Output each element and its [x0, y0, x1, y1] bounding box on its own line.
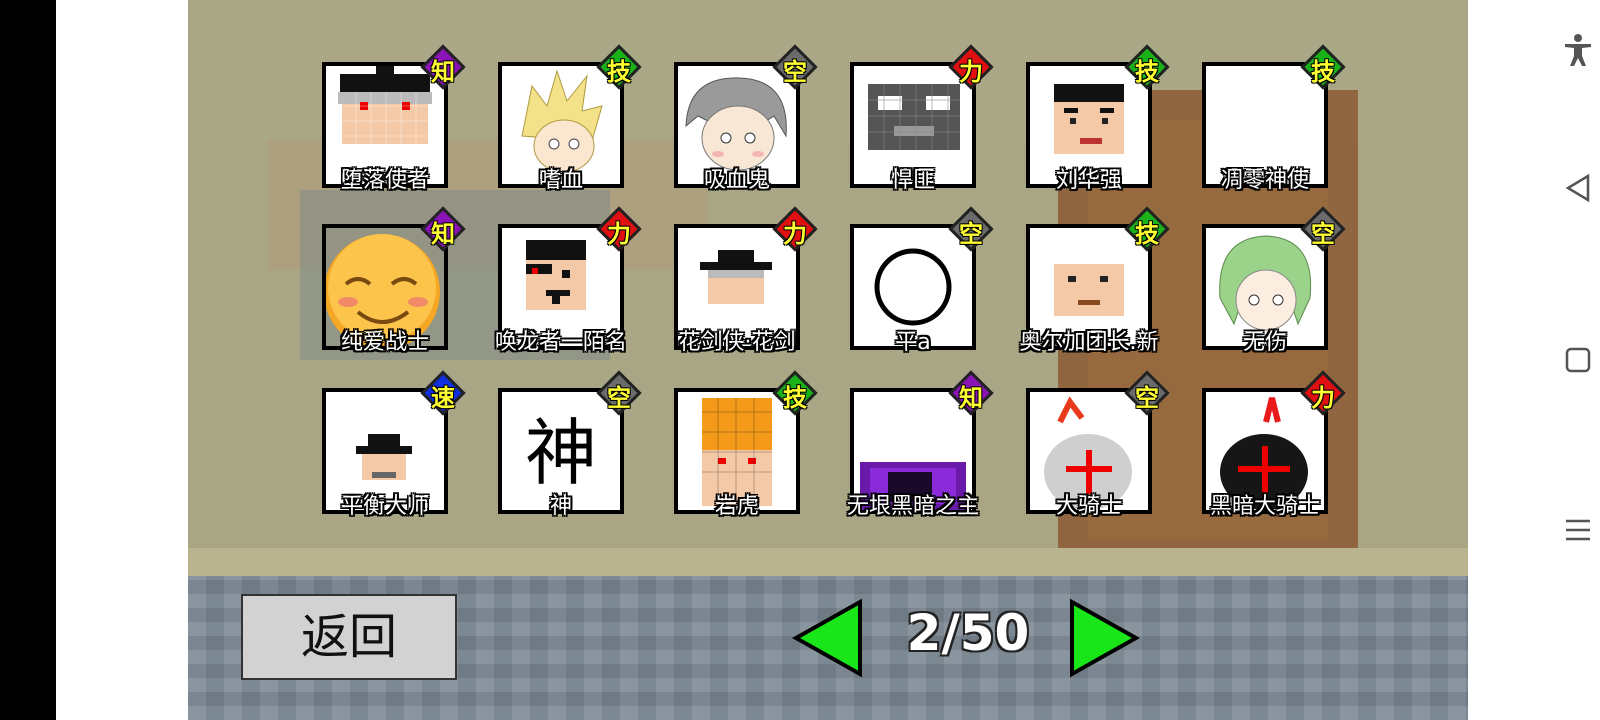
type-label: 技	[1135, 58, 1159, 86]
type-label: 空	[1311, 220, 1335, 248]
back-icon[interactable]	[1560, 170, 1596, 206]
type-badge: 空	[772, 44, 818, 90]
type-badge: 空	[1124, 370, 1170, 416]
type-badge: 技	[772, 370, 818, 416]
prev-page-icon[interactable]	[792, 598, 864, 678]
type-badge: 知	[420, 44, 466, 90]
character-card[interactable]: 空平a	[850, 206, 994, 355]
type-label: 力	[959, 58, 983, 86]
type-label: 速	[431, 384, 455, 412]
type-label: 空	[1135, 384, 1159, 412]
type-badge: 空	[596, 370, 642, 416]
type-label: 技	[783, 384, 807, 412]
home-icon[interactable]	[1560, 342, 1596, 378]
type-label: 技	[1135, 220, 1159, 248]
type-badge: 力	[772, 206, 818, 252]
character-card[interactable]: 技岩虎	[674, 370, 818, 519]
character-card[interactable]: 技凋零神使	[1202, 44, 1346, 193]
svg-text:神: 神	[525, 411, 597, 495]
character-card[interactable]: 速平衡大师	[322, 370, 466, 519]
type-badge: 知	[948, 370, 994, 416]
type-badge: 速	[420, 370, 466, 416]
type-badge: 技	[1124, 44, 1170, 90]
type-label: 技	[1311, 58, 1335, 86]
floor-edge	[188, 548, 1468, 576]
type-label: 技	[607, 58, 631, 86]
character-card[interactable]: 技刘华强	[1026, 44, 1170, 193]
next-page-icon[interactable]	[1068, 598, 1140, 678]
type-label: 知	[431, 220, 455, 248]
character-card[interactable]: 知堕落使者	[322, 44, 466, 193]
type-label: 知	[959, 384, 983, 412]
type-badge: 力	[948, 44, 994, 90]
game-screen: 知堕落使者 技嗜血 空吸血鬼 力悍匪 技刘华强技凋零神使 知纯爱战士 力唤龙者一…	[188, 0, 1468, 720]
type-badge: 技	[1124, 206, 1170, 252]
character-card[interactable]: 力黑暗大骑士	[1202, 370, 1346, 519]
character-name: 凋零神使	[1220, 168, 1309, 193]
character-card[interactable]: 知无垠黑暗之主	[847, 370, 994, 519]
type-badge: 力	[596, 206, 642, 252]
type-badge: 力	[1300, 370, 1346, 416]
character-card[interactable]: 技嗜血	[498, 44, 642, 193]
character-card[interactable]: 知纯爱战士	[322, 206, 466, 355]
page-indicator: 2/50	[906, 604, 1030, 662]
character-name: 黑暗大骑士	[1209, 494, 1320, 519]
character-card[interactable]: 力唤龙者一陌名	[495, 206, 642, 355]
character-card[interactable]: 空大骑士	[1026, 370, 1170, 519]
type-label: 空	[607, 384, 631, 412]
character-card[interactable]: 空无伤	[1202, 206, 1346, 355]
type-badge: 知	[420, 206, 466, 252]
type-badge: 空	[1300, 206, 1346, 252]
menu-icon[interactable]	[1560, 512, 1596, 548]
character-card[interactable]: 力花剑侠·花剑	[674, 206, 818, 355]
type-label: 力	[607, 220, 631, 248]
type-label: 空	[783, 58, 807, 86]
character-card[interactable]: 神空神	[498, 370, 642, 519]
type-label: 力	[783, 220, 807, 248]
type-badge: 技	[1300, 44, 1346, 90]
left-black-bar	[0, 0, 56, 720]
character-card[interactable]: 空吸血鬼	[674, 44, 818, 193]
type-label: 空	[959, 220, 983, 248]
type-label: 力	[1311, 384, 1335, 412]
accessibility-icon[interactable]	[1560, 32, 1596, 68]
character-name: 无伤	[1242, 330, 1287, 355]
character-card[interactable]: 力悍匪	[850, 44, 994, 193]
type-badge: 技	[596, 44, 642, 90]
back-button[interactable]: 返回	[241, 594, 457, 680]
type-badge: 空	[948, 206, 994, 252]
character-card[interactable]: 技奥尔加团长.新	[1020, 206, 1170, 355]
type-label: 知	[431, 58, 455, 86]
